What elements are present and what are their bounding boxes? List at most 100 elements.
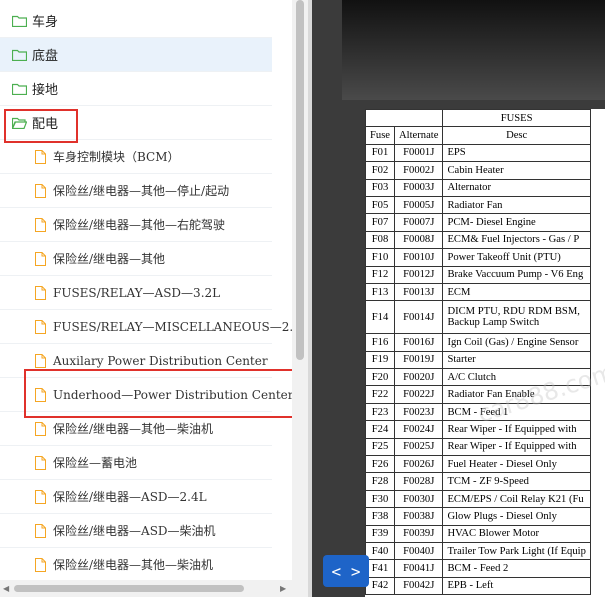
fuse-cell: F16 [364, 333, 396, 352]
tree-doc-item[interactable]: 保险丝/继电器—其他 [0, 242, 272, 276]
vertical-scroll-thumb[interactable] [296, 0, 304, 360]
table-row: F24 F0024J Rear Wiper - If Equipped with [364, 420, 591, 439]
tree-doc-item[interactable]: FUSES/RELAY—MISCELLANEOUS—2.4L [0, 310, 292, 344]
description-cell: ECM/EPS / Coil Relay K21 (Fu [442, 489, 591, 509]
alternate-cell: F0003J [394, 178, 444, 197]
table-title: FUSES [442, 108, 591, 128]
fuse-cell: F12 [364, 265, 396, 284]
tree-doc-item[interactable]: 保险丝—蓄电池 [0, 446, 272, 480]
folder-icon [12, 15, 27, 27]
fuse-cell: F38 [364, 507, 396, 526]
fuse-cell: F01 [364, 143, 396, 163]
folder-icon [12, 49, 27, 61]
folder-open-icon [12, 117, 27, 129]
code-toggle-button[interactable]: < > [323, 555, 369, 587]
tree-doc-label: 车身控制模块（BCM） [53, 150, 180, 164]
alternate-cell: F0038J [394, 507, 444, 526]
description-cell: Cabin Heater [442, 161, 591, 180]
horizontal-scroll-thumb[interactable] [14, 585, 244, 592]
description-cell: Power Takeoff Unit (PTU) [442, 248, 591, 267]
tree-doc-label: 保险丝/继电器—其他—柴油机 [53, 558, 214, 572]
tree-doc-label: Underhood—Power Distribution Center（PI [53, 388, 292, 402]
tree-doc-label: 保险丝/继电器—ASD—2.4L [53, 490, 207, 504]
tree-folder-chassis[interactable]: 底盘 [0, 38, 272, 72]
scroll-right-icon[interactable]: ▶ [280, 584, 286, 593]
tree-folder-body[interactable]: 车身 [0, 4, 272, 38]
fuse-cell: F14 [364, 300, 396, 335]
tree-doc-item[interactable]: 保险丝/继电器—ASD—2.4L [0, 480, 272, 514]
tree-doc-label: FUSES/RELAY—ASD—3.2L [53, 285, 221, 300]
description-cell: BCM - Feed 2 [442, 559, 591, 578]
alternate-cell: F0030J [394, 489, 444, 509]
alternate-cell: F0016J [394, 333, 444, 352]
document-icon [35, 149, 46, 164]
table-row: F19 F0019J Starter [364, 350, 591, 370]
tree-folder-label: 配电 [32, 117, 59, 132]
description-cell: A/C Clutch [442, 368, 591, 387]
document-icon [35, 183, 46, 198]
tree-folder-power-distribution[interactable]: 配电 [0, 106, 272, 140]
description-cell: ECM [442, 282, 591, 302]
vertical-scrollbar[interactable] [292, 0, 308, 597]
table-row: F40 F0040J Trailer Tow Park Light (If Eq… [364, 541, 591, 561]
tree-doc-item[interactable]: 保险丝/继电器—其他—柴油机 [0, 548, 272, 582]
document-icon [35, 319, 46, 334]
tree-folder-label: 接地 [32, 83, 59, 98]
alternate-cell: F0008J [394, 230, 444, 250]
tree-doc-item[interactable]: 保险丝/继电器—其他—停止/起动 [0, 174, 272, 208]
fuse-cell: F20 [364, 368, 396, 387]
tree-doc-item[interactable]: FUSES/RELAY—ASD—3.2L [0, 276, 272, 310]
alternate-cell: F0042J [394, 576, 444, 596]
fuse-cell: F28 [364, 472, 396, 491]
tree-doc-item[interactable]: 保险丝/继电器—其他—柴油机 [0, 412, 272, 446]
table-row: F30 F0030J ECM/EPS / Coil Relay K21 (Fu [364, 489, 591, 509]
tree-doc-label: 保险丝/继电器—其他—柴油机 [53, 422, 214, 436]
table-row: F20 F0020J A/C Clutch [364, 368, 591, 387]
viewer-header-shadow [342, 0, 605, 100]
table-row: F39 F0039J HVAC Blower Motor [364, 524, 591, 543]
horizontal-scrollbar[interactable]: ◀ ▶ [0, 580, 292, 597]
document-icon [35, 489, 46, 504]
alternate-cell: F0041J [394, 559, 444, 578]
table-row: F22 F0022J Radiator Fan Enable [364, 385, 591, 404]
tree-doc-item[interactable]: Auxilary Power Distribution Center [0, 344, 272, 378]
table-row: F38 F0038J Glow Plugs - Diesel Only [364, 507, 591, 526]
alternate-cell: F0007J [394, 213, 444, 232]
table-row: F41 F0041J BCM - Feed 2 [364, 559, 591, 578]
tree-doc-item[interactable]: 车身控制模块（BCM） [0, 140, 272, 174]
document-icon [35, 387, 46, 402]
description-cell: Fuel Heater - Diesel Only [442, 455, 591, 474]
alternate-cell: F0025J [394, 437, 444, 457]
fuse-cell: F08 [364, 230, 396, 250]
alternate-cell: F0022J [394, 385, 444, 404]
tree-doc-label: 保险丝/继电器—其他 [53, 252, 166, 266]
table-row: F26 F0026J Fuel Heater - Diesel Only [364, 455, 591, 474]
tree-doc-label: Auxilary Power Distribution Center [53, 353, 268, 368]
description-cell: Glow Plugs - Diesel Only [442, 507, 591, 526]
description-cell: EPS [442, 143, 591, 163]
description-cell: ECM& Fuel Injectors - Gas / P [442, 230, 591, 250]
alternate-cell: F0020J [394, 368, 444, 387]
tree-doc-label: 保险丝/继电器—ASD—柴油机 [53, 524, 216, 538]
alternate-cell: F0013J [394, 282, 444, 302]
tree-doc-item[interactable]: 保险丝/继电器—ASD—柴油机 [0, 514, 272, 548]
fuse-cell: F13 [364, 282, 396, 302]
document-icon [35, 251, 46, 266]
table-row: F28 F0028J TCM - ZF 9-Speed [364, 472, 591, 491]
tree-folder-ground[interactable]: 接地 [0, 72, 272, 106]
tree-doc-label: FUSES/RELAY—MISCELLANEOUS—2.4L [53, 319, 292, 334]
tree-doc-item[interactable]: 保险丝/继电器—其他—右舵驾驶 [0, 208, 272, 242]
description-line: Backup Lamp Switch [447, 317, 540, 329]
tree-doc-label: 保险丝/继电器—其他—右舵驾驶 [53, 218, 226, 232]
scroll-left-icon[interactable]: ◀ [3, 584, 9, 593]
tree-doc-item-selected[interactable]: Underhood—Power Distribution Center（PI [0, 378, 292, 412]
description-cell: Ign Coil (Gas) / Engine Sensor [442, 333, 591, 352]
table-row: F42 F0042J EPB - Left [364, 576, 591, 596]
description-cell: PCM- Diesel Engine [442, 213, 591, 232]
document-viewer: FUSES Fuse Alternate Desc F01 F0001J EPS… [312, 0, 605, 597]
document-icon [35, 523, 46, 538]
alternate-cell: F0024J [394, 420, 444, 439]
alternate-cell: F0023J [394, 402, 444, 422]
document-icon [35, 421, 46, 436]
alternate-cell: F0039J [394, 524, 444, 543]
